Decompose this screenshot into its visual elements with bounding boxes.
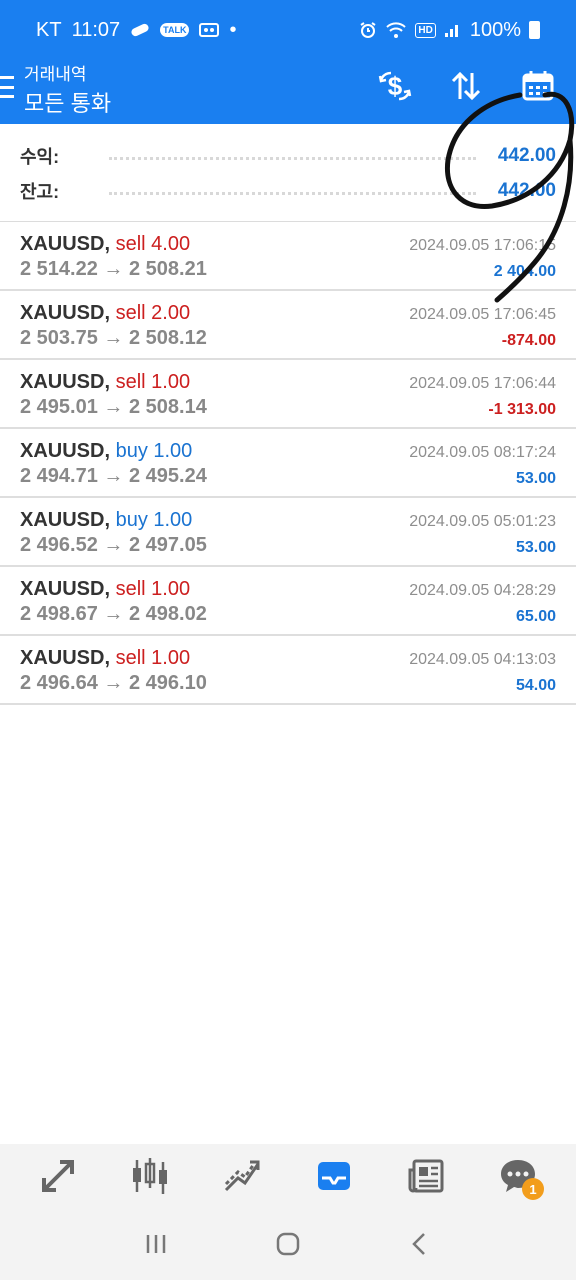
cassette-icon bbox=[199, 22, 220, 38]
trade-profit: -874.00 bbox=[501, 332, 556, 349]
back-button[interactable] bbox=[395, 1221, 445, 1271]
balance-label: 잔고: bbox=[20, 182, 60, 202]
nav-chat[interactable]: 1 bbox=[488, 1150, 548, 1206]
dotted-leader bbox=[109, 191, 476, 195]
wifi-icon bbox=[385, 21, 407, 39]
trade-history-list: XAUUSD, sell 4.00 2 514.22 → 2 508.21 20… bbox=[0, 222, 576, 705]
trade-time: 2024.09.05 04:13:03 bbox=[409, 651, 556, 668]
trade-prices: 2 496.64 → 2 496.10 bbox=[20, 672, 207, 694]
trade-prices: 2 496.52 → 2 497.05 bbox=[20, 534, 207, 556]
home-icon bbox=[275, 1231, 301, 1262]
trade-time: 2024.09.05 17:06:45 bbox=[409, 306, 556, 323]
hd-icon: HD bbox=[415, 22, 436, 38]
dotted-leader bbox=[109, 156, 476, 160]
trade-time: 2024.09.05 17:06:15 bbox=[409, 237, 556, 254]
nav-news[interactable] bbox=[396, 1150, 456, 1206]
trade-row[interactable]: XAUUSD, sell 1.00 2 498.67 → 2 498.02 20… bbox=[0, 567, 576, 636]
trade-row[interactable]: XAUUSD, sell 2.00 2 503.75 → 2 508.12 20… bbox=[0, 291, 576, 360]
app-subtitle: 거래내역 bbox=[24, 65, 87, 84]
clock: 11:07 bbox=[71, 18, 121, 41]
bottom-navigation: 1 bbox=[0, 1144, 576, 1212]
nav-trade[interactable] bbox=[212, 1150, 272, 1206]
currency-filter-title[interactable]: 모든 통화 bbox=[24, 86, 111, 118]
pill-icon bbox=[130, 23, 150, 37]
trade-row[interactable]: XAUUSD, sell 1.00 2 496.64 → 2 496.10 20… bbox=[0, 636, 576, 705]
trade-side: sell 2.00 bbox=[115, 302, 191, 324]
trade-profit: 2 404.00 bbox=[493, 263, 556, 280]
trade-time: 2024.09.05 17:06:44 bbox=[409, 375, 556, 392]
quotes-icon bbox=[38, 1156, 78, 1201]
trade-row[interactable]: XAUUSD, sell 1.00 2 495.01 → 2 508.14 20… bbox=[0, 360, 576, 429]
trade-prices: 2 495.01 → 2 508.14 bbox=[20, 396, 207, 418]
history-inbox-icon bbox=[314, 1156, 354, 1201]
deposit-button[interactable]: $ bbox=[373, 66, 417, 110]
trade-symbol: XAUUSD, bbox=[20, 371, 111, 393]
trade-symbol: XAUUSD, bbox=[20, 440, 111, 462]
trade-side: sell 1.00 bbox=[115, 371, 191, 393]
battery-label: 100% bbox=[469, 18, 521, 41]
trade-row[interactable]: XAUUSD, buy 1.00 2 494.71 → 2 495.24 202… bbox=[0, 429, 576, 498]
profit-value: 442.00 bbox=[497, 145, 556, 166]
trade-prices: 2 503.75 → 2 508.12 bbox=[20, 327, 207, 349]
candlestick-chart-icon bbox=[130, 1156, 170, 1201]
talk-icon: TALK bbox=[160, 23, 190, 37]
system-navigation-bar bbox=[0, 1212, 576, 1280]
trade-profit: 54.00 bbox=[515, 677, 556, 694]
trade-symbol: XAUUSD, bbox=[20, 509, 111, 531]
status-bar: KT 11:07 TALK • HD 100% bbox=[0, 0, 576, 60]
profit-label: 수익: bbox=[20, 147, 60, 167]
back-chevron-icon bbox=[407, 1231, 433, 1262]
trade-side: sell 4.00 bbox=[115, 233, 191, 255]
trade-prices: 2 514.22 → 2 508.21 bbox=[20, 258, 207, 280]
menu-icon[interactable] bbox=[0, 76, 16, 98]
recent-apps-button[interactable] bbox=[131, 1221, 181, 1271]
chat-unread-badge: 1 bbox=[522, 1178, 544, 1200]
trade-symbol: XAUUSD, bbox=[20, 233, 111, 255]
trade-side: buy 1.00 bbox=[115, 440, 193, 462]
trade-row[interactable]: XAUUSD, sell 4.00 2 514.22 → 2 508.21 20… bbox=[0, 222, 576, 291]
alarm-icon bbox=[359, 21, 377, 39]
trade-time: 2024.09.05 05:01:23 bbox=[409, 513, 556, 530]
app-bar: 거래내역 모든 통화 $ bbox=[0, 60, 576, 124]
balance-row: 잔고: 442.00 bbox=[20, 177, 556, 205]
carrier-label: KT bbox=[36, 18, 62, 41]
dollar-transfer-icon: $ bbox=[377, 68, 413, 109]
nav-history[interactable] bbox=[304, 1150, 364, 1206]
trade-symbol: XAUUSD, bbox=[20, 647, 111, 669]
svg-text:$: $ bbox=[388, 71, 403, 101]
battery-icon bbox=[529, 21, 540, 39]
sort-button[interactable] bbox=[444, 66, 488, 110]
trade-side: sell 1.00 bbox=[115, 647, 191, 669]
signal-icon bbox=[444, 22, 462, 38]
trade-trend-icon bbox=[222, 1156, 262, 1201]
trade-side: buy 1.00 bbox=[115, 509, 193, 531]
home-button[interactable] bbox=[263, 1221, 313, 1271]
recent-apps-icon bbox=[143, 1231, 169, 1262]
trade-prices: 2 498.67 → 2 498.02 bbox=[20, 603, 207, 625]
summary-panel: 수익: 442.00 잔고: 442.00 bbox=[0, 124, 576, 222]
nav-chart[interactable] bbox=[120, 1150, 180, 1206]
trade-prices: 2 494.71 → 2 495.24 bbox=[20, 465, 207, 487]
calendar-icon bbox=[521, 69, 555, 108]
trade-profit: 53.00 bbox=[515, 539, 556, 556]
calendar-button[interactable] bbox=[516, 66, 560, 110]
trade-row[interactable]: XAUUSD, buy 1.00 2 496.52 → 2 497.05 202… bbox=[0, 498, 576, 567]
trade-time: 2024.09.05 04:28:29 bbox=[409, 582, 556, 599]
balance-value: 442.00 bbox=[497, 180, 556, 201]
trade-time: 2024.09.05 08:17:24 bbox=[409, 444, 556, 461]
sort-arrows-icon bbox=[449, 69, 483, 108]
trade-profit: 65.00 bbox=[515, 608, 556, 625]
trade-symbol: XAUUSD, bbox=[20, 578, 111, 600]
trade-side: sell 1.00 bbox=[115, 578, 191, 600]
profit-row: 수익: 442.00 bbox=[20, 142, 556, 170]
nav-quotes[interactable] bbox=[28, 1150, 88, 1206]
trade-profit: 53.00 bbox=[515, 470, 556, 487]
news-icon bbox=[406, 1156, 446, 1201]
trade-profit: -1 313.00 bbox=[488, 401, 556, 418]
notification-dot: • bbox=[229, 18, 237, 41]
trade-symbol: XAUUSD, bbox=[20, 302, 111, 324]
